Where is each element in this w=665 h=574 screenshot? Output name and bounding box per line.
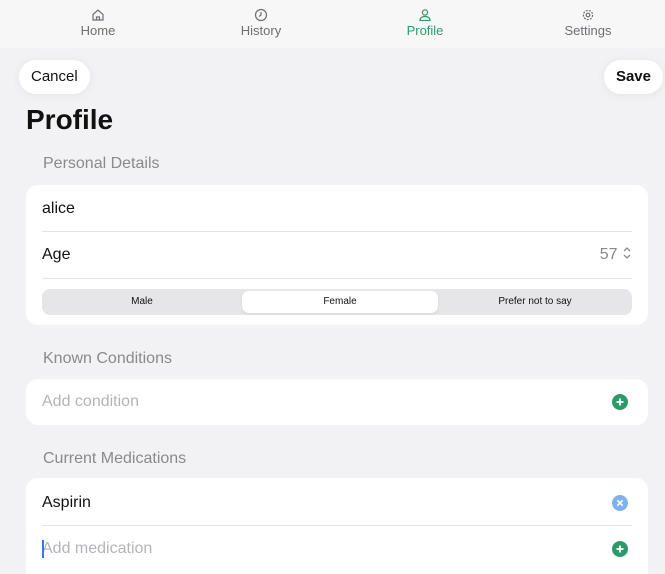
personal-details-card: alice Age 57 Male Female Prefer not to s… — [26, 185, 648, 325]
divider — [42, 278, 632, 279]
tab-settings-label: Settings — [564, 23, 612, 38]
text-cursor — [42, 540, 44, 558]
known-conditions-card: Add condition — [26, 379, 648, 425]
up-down-chevron-icon — [623, 247, 631, 259]
plus-circle-icon[interactable] — [612, 394, 628, 410]
clock-icon — [254, 8, 268, 22]
save-button[interactable]: Save — [603, 60, 663, 94]
add-medication-row: Add medication — [42, 526, 632, 572]
name-field[interactable]: alice — [42, 186, 632, 232]
age-label: Age — [42, 246, 71, 263]
tab-profile[interactable]: Profile — [365, 8, 485, 38]
segment-prefer-not-to-say[interactable]: Prefer not to say — [440, 291, 630, 313]
gender-segmented-control: Male Female Prefer not to say — [42, 289, 632, 315]
x-circle-icon[interactable] — [612, 495, 628, 511]
plus-circle-icon[interactable] — [612, 541, 628, 557]
tab-home-label: Home — [80, 23, 116, 38]
known-conditions-header: Known Conditions — [43, 350, 172, 367]
personal-details-header: Personal Details — [43, 155, 160, 172]
name-value: alice — [42, 200, 75, 217]
add-condition-input[interactable]: Add condition — [42, 393, 139, 410]
tab-bar: Home History Profile Settings — [0, 0, 665, 48]
tab-home[interactable]: Home — [38, 8, 158, 38]
current-medications-header: Current Medications — [43, 450, 187, 467]
tab-history-label: History — [240, 23, 282, 38]
current-medications-card: Aspirin Add medication — [26, 478, 648, 574]
add-medication-input[interactable]: Add medication — [42, 540, 152, 557]
medication-row: Aspirin — [42, 480, 632, 526]
medication-name: Aspirin — [42, 494, 91, 511]
segment-male[interactable]: Male — [44, 291, 240, 313]
page-title: Profile — [26, 104, 114, 135]
tab-history[interactable]: History — [201, 8, 321, 38]
gear-icon — [582, 9, 594, 21]
add-condition-row: Add condition — [42, 379, 632, 425]
cancel-button[interactable]: Cancel — [19, 60, 90, 94]
tab-settings[interactable]: Settings — [528, 8, 648, 38]
age-row: Age 57 — [42, 232, 632, 278]
age-stepper[interactable]: 57 — [600, 232, 632, 278]
person-icon — [419, 9, 431, 22]
home-icon — [92, 9, 104, 21]
age-value: 57 — [599, 246, 618, 263]
tab-profile-label: Profile — [406, 23, 444, 38]
segment-female[interactable]: Female — [242, 291, 438, 313]
